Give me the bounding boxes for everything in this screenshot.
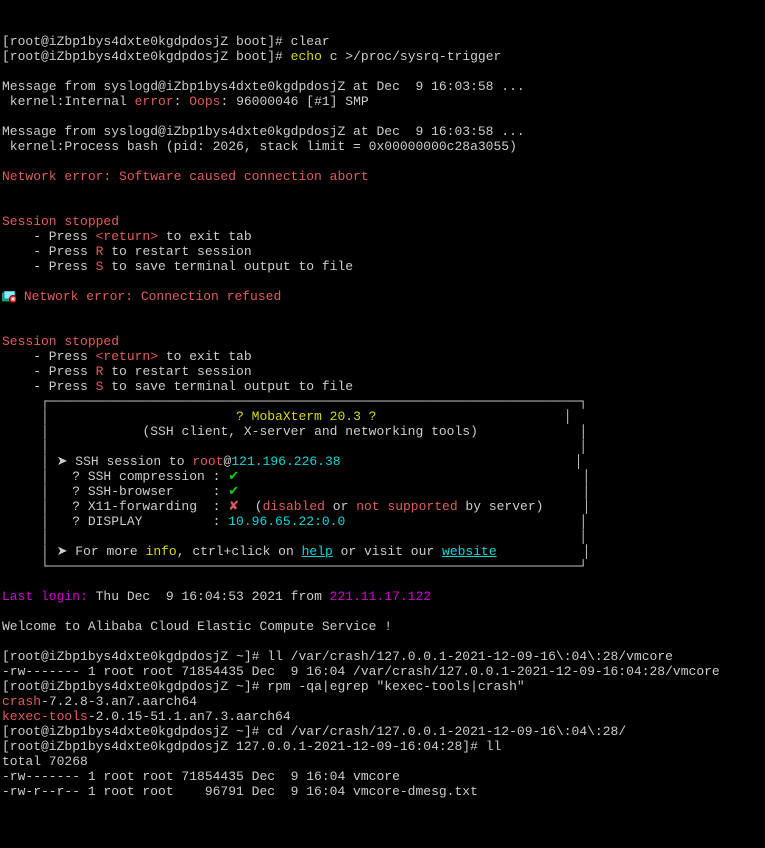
shell-prompt: [root@iZbp1bys4dxte0kgdpdosjZ ~]# (2, 649, 259, 664)
website-link[interactable]: website (442, 544, 497, 559)
welcome-banner: Welcome to Alibaba Cloud Elastic Compute… (2, 619, 392, 634)
ls-line: -rw------- 1 root root 71854435 Dec 9 16… (2, 769, 400, 784)
session-stopped: Session stopped (2, 334, 119, 349)
hint-line: - Press <return> to exit tab (2, 229, 252, 244)
hint-line: - Press R to restart session (2, 244, 252, 259)
pkg-line: crash-7.2.8-3.an7.aarch64 (2, 694, 197, 709)
mobabox: ┌───────────────────────────────────────… (2, 394, 590, 574)
last-login: Last login: Thu Dec 9 16:04:53 2021 from… (2, 589, 431, 604)
kernel-line: kernel:Process bash (pid: 2026, stack li… (2, 139, 517, 154)
shell-prompt: [root@iZbp1bys4dxte0kgdpdosjZ boot]# (2, 49, 283, 64)
network-error: Network error: Software caused connectio… (2, 169, 369, 184)
shell-prompt: [root@iZbp1bys4dxte0kgdpdosjZ boot]# (2, 34, 283, 49)
hint-line: - Press <return> to exit tab (2, 349, 252, 364)
shell-prompt: [root@iZbp1bys4dxte0kgdpdosjZ ~]# (2, 679, 259, 694)
ls-line: -rw-r--r-- 1 root root 96791 Dec 9 16:04… (2, 784, 478, 799)
pkg-line: kexec-tools-2.0.15-51.1.an7.3.aarch64 (2, 709, 291, 724)
cmd-clear: clear (291, 34, 330, 49)
kw-echo: echo (291, 49, 322, 64)
cmd-args: c >/proc/sysrq-trigger (330, 49, 502, 64)
error-icon (2, 289, 16, 304)
shell-prompt: [root@iZbp1bys4dxte0kgdpdosjZ 127.0.0.1-… (2, 739, 478, 754)
shell-prompt: [root@iZbp1bys4dxte0kgdpdosjZ ~]# (2, 724, 259, 739)
hint-line: - Press S to save terminal output to fil… (2, 259, 353, 274)
hint-line: - Press R to restart session (2, 364, 252, 379)
ls-line: -rw------- 1 root root 71854435 Dec 9 16… (2, 664, 720, 679)
ls-total: total 70268 (2, 754, 88, 769)
hint-line: - Press S to save terminal output to fil… (2, 379, 353, 394)
kernel-line: kernel:Internal error: Oops: 96000046 [#… (2, 94, 369, 109)
cmd-cd: cd /var/crash/127.0.0.1-2021-12-09-16\:0… (267, 724, 626, 739)
cmd-ll: ll (486, 739, 502, 754)
cmd-rpm: rpm -qa|egrep "kexec-tools|crash" (267, 679, 524, 694)
help-link[interactable]: help (302, 544, 333, 559)
terminal-output[interactable]: [root@iZbp1bys4dxte0kgdpdosjZ boot]# cle… (2, 34, 763, 799)
session-stopped: Session stopped (2, 214, 119, 229)
cmd-ll: ll /var/crash/127.0.0.1-2021-12-09-16\:0… (267, 649, 673, 664)
network-error: Network error: Connection refused (24, 289, 281, 304)
syslog-msg: Message from syslogd@iZbp1bys4dxte0kgdpd… (2, 79, 525, 94)
syslog-msg: Message from syslogd@iZbp1bys4dxte0kgdpd… (2, 124, 525, 139)
